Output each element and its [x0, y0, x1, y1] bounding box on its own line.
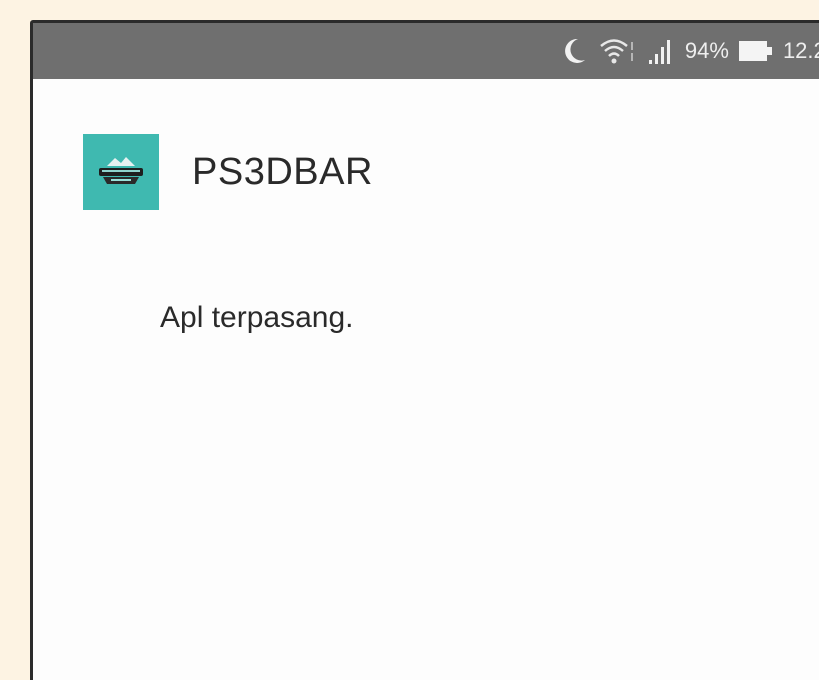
install-status-message: Apl terpasang. — [160, 301, 354, 334]
app-title: PS3DBAR — [192, 150, 373, 193]
clock: 12.26 — [782, 38, 819, 63]
app-icon — [83, 134, 159, 210]
screen: PS3DBAR Apl terpasang. — [33, 79, 819, 680]
battery-percent: 94% — [684, 38, 729, 63]
signal-icon — [647, 36, 675, 66]
wifi-icon — [597, 36, 637, 66]
app-header: PS3DBAR — [83, 134, 373, 210]
moon-icon — [561, 36, 587, 66]
battery-icon — [738, 39, 773, 63]
phone-frame: 94% 12.26 PS3DBAR Ap — [30, 20, 819, 680]
status-icons: 94% 12.26 — [561, 36, 819, 66]
status-bar: 94% 12.26 — [33, 23, 819, 79]
